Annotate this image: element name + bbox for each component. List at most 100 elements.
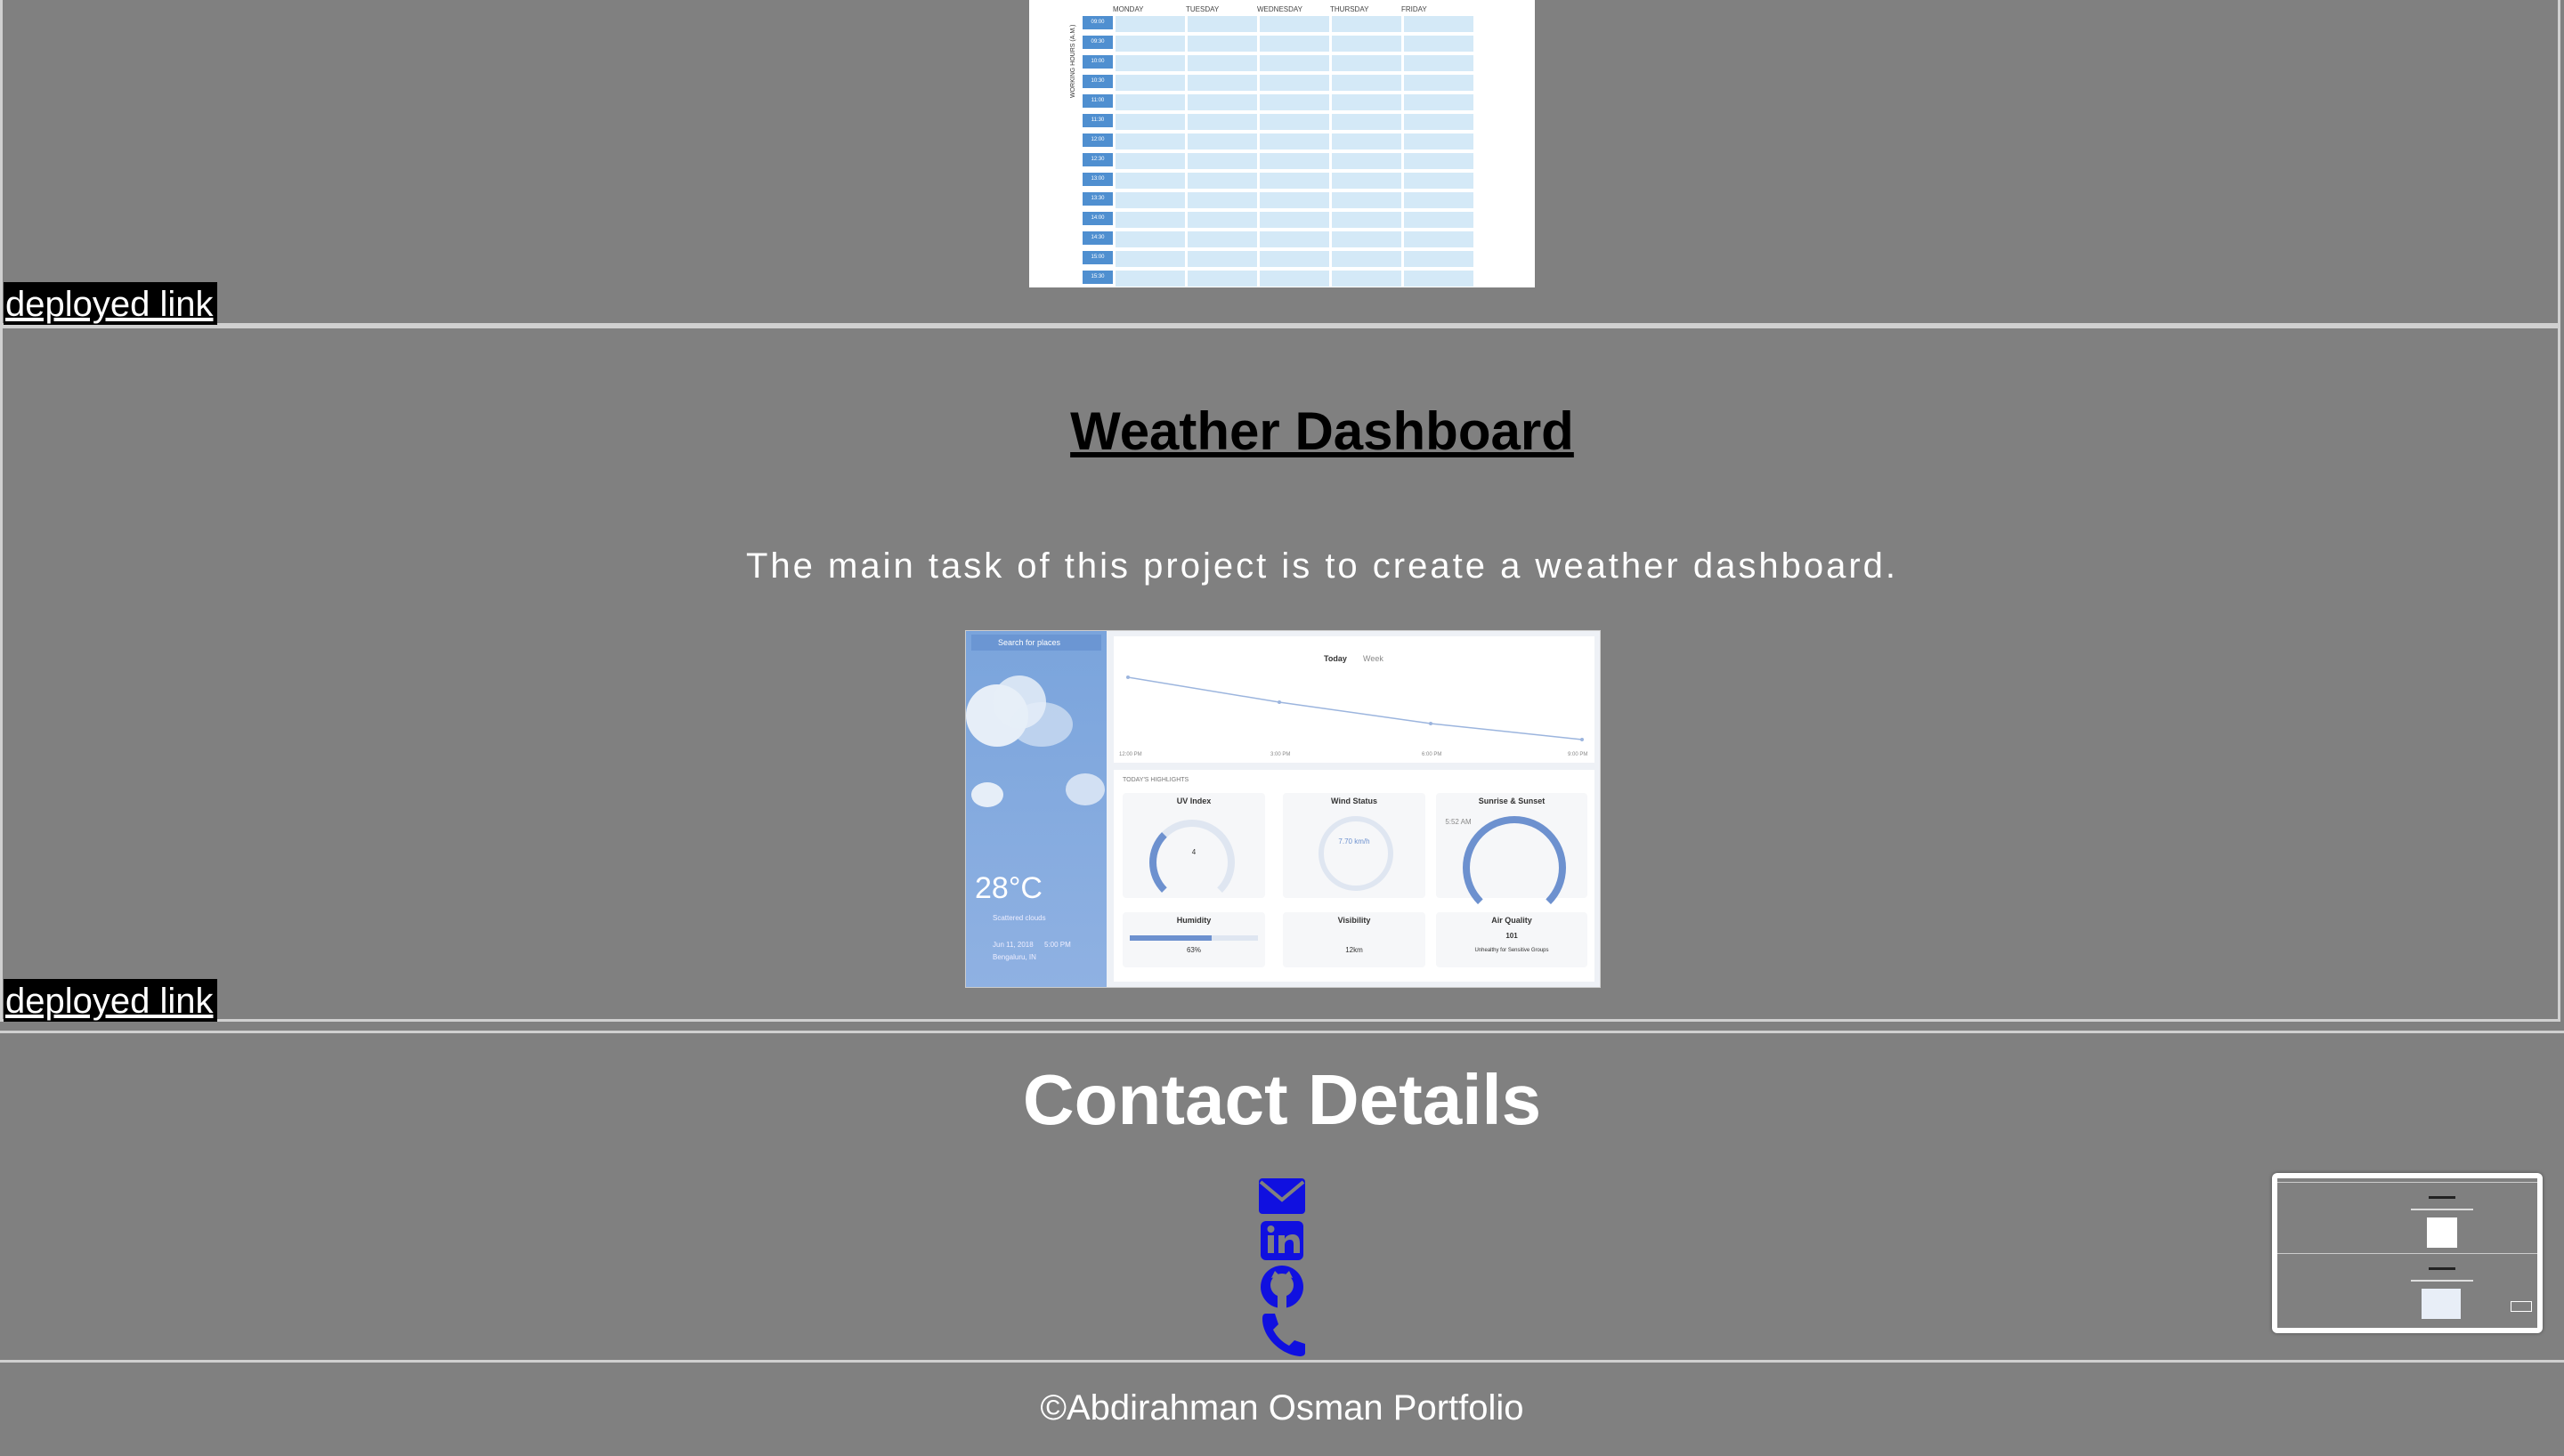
schedule-cell (1260, 16, 1329, 32)
schedule-cell (1332, 94, 1401, 110)
temperature: 28°C (975, 871, 1043, 905)
schedule-cell (1404, 94, 1473, 110)
deployed-link-weather[interactable]: deployed link (4, 979, 217, 1022)
hours-label: WORKING HOURS (A.M.) (1070, 24, 1076, 98)
schedule-cell (1116, 94, 1185, 110)
phone-icon[interactable] (1257, 1310, 1307, 1356)
time-label: 14:30 (1083, 231, 1113, 245)
day-header: TUESDAY (1186, 5, 1220, 13)
page-preview-thumbnail[interactable] (2272, 1173, 2543, 1333)
schedule-cell (1404, 36, 1473, 52)
schedule-cell (1188, 94, 1257, 110)
schedule-cell (1116, 133, 1185, 150)
time-label: 15:00 (1083, 251, 1113, 264)
time-label: 12:00 (1083, 133, 1113, 147)
schedule-cell (1332, 133, 1401, 150)
schedule-row: 10:00 (1083, 55, 1476, 71)
schedule-cell (1260, 212, 1329, 228)
schedule-cell (1116, 16, 1185, 32)
temperature-chart: Today Week 12:00 PM 3:00 PM 6:00 PM 9:00… (1114, 636, 1594, 763)
schedule-cell (1404, 153, 1473, 169)
schedule-cell (1260, 75, 1329, 91)
schedule-cell (1188, 271, 1257, 287)
schedule-row: 13:00 (1083, 173, 1476, 189)
schedule-cell (1404, 114, 1473, 130)
schedule-cell (1404, 55, 1473, 71)
weather-sidebar: Search for places 28°C Scattered clouds … (966, 631, 1107, 987)
schedule-cell (1332, 153, 1401, 169)
schedule-cell (1260, 94, 1329, 110)
card-air-quality: Air Quality 101 Unhealthy for Sensitive … (1436, 912, 1587, 967)
schedule-cell (1260, 36, 1329, 52)
time-label: 12:30 (1083, 153, 1113, 166)
schedule-cell (1332, 55, 1401, 71)
schedule-row: 14:00 (1083, 212, 1476, 228)
time-label: 11:30 (1083, 114, 1113, 127)
schedule-cell (1188, 114, 1257, 130)
schedule-row: 15:00 (1083, 251, 1476, 267)
weather-dashboard-screenshot: Search for places 28°C Scattered clouds … (965, 630, 1601, 988)
schedule-cell (1188, 133, 1257, 150)
search-bar: Search for places (971, 635, 1101, 651)
highlights-label: TODAY'S HIGHLIGHTS (1123, 777, 1189, 783)
schedule-cell (1260, 114, 1329, 130)
linkedin-icon[interactable] (1257, 1219, 1307, 1262)
time-label: 14:00 (1083, 212, 1113, 225)
schedule-cell (1260, 271, 1329, 287)
time-label: 13:00 (1083, 173, 1113, 186)
card-title: Sunrise & Sunset (1478, 797, 1546, 805)
schedule-cell (1116, 192, 1185, 208)
preview-content (2277, 1178, 2537, 1328)
card-value: 5:52 AM (1445, 818, 1472, 826)
schedule-cell (1332, 173, 1401, 189)
schedule-row: 09:30 (1083, 36, 1476, 52)
schedule-cell (1260, 231, 1329, 247)
envelope-icon[interactable] (1257, 1175, 1307, 1217)
card-visibility: Visibility 12km (1283, 912, 1425, 967)
card-sunrise-sunset: Sunrise & Sunset 5:52 AM (1436, 793, 1587, 919)
day-header: FRIDAY (1401, 5, 1427, 13)
github-icon[interactable] (1257, 1264, 1307, 1308)
card-note: Unhealthy for Sensitive Groups (1474, 948, 1549, 953)
schedule-row: 09:00 (1083, 16, 1476, 32)
chart-time-label: 3:00 PM (1270, 752, 1291, 757)
time-label: 10:30 (1083, 75, 1113, 88)
schedule-cell (1332, 271, 1401, 287)
card-humidity: Humidity 63% (1123, 912, 1265, 967)
schedule-cell (1260, 173, 1329, 189)
card-title: Air Quality (1491, 916, 1532, 925)
schedule-cell (1188, 153, 1257, 169)
schedule-cell (1404, 16, 1473, 32)
time-label: 09:30 (1083, 36, 1113, 49)
schedule-cell (1404, 192, 1473, 208)
card-value: 101 (1505, 932, 1518, 940)
schedule-row: 11:00 (1083, 94, 1476, 110)
card-title: Humidity (1176, 916, 1212, 925)
schedule-cell (1332, 251, 1401, 267)
time-label: 10:00 (1083, 55, 1113, 69)
schedule-cell (1188, 36, 1257, 52)
schedule-cell (1404, 173, 1473, 189)
time: 5:00 PM (1044, 941, 1071, 949)
condition: Scattered clouds (993, 914, 1046, 922)
schedule-cell (1404, 251, 1473, 267)
schedule-cell (1260, 133, 1329, 150)
schedule-row: 11:30 (1083, 114, 1476, 130)
time-label: 13:30 (1083, 192, 1113, 206)
deployed-link-scheduler[interactable]: deployed link (4, 282, 217, 325)
card-value: 4 (1191, 848, 1197, 856)
location: Bengaluru, IN (993, 953, 1036, 961)
day-header: MONDAY (1113, 5, 1144, 13)
schedule-cell (1404, 231, 1473, 247)
day-header: THURSDAY (1330, 5, 1369, 13)
card-title: UV Index (1176, 797, 1212, 805)
highlights-panel: TODAY'S HIGHLIGHTS UV Index 4 Wind Statu… (1114, 770, 1594, 982)
section-divider (0, 1031, 2564, 1033)
card-title: Visibility (1337, 916, 1371, 925)
footer-text: ©Abdirahman Osman Portfolio (1040, 1388, 1524, 1428)
day-header: WEDNESDAY (1257, 5, 1302, 13)
schedule-cell (1116, 114, 1185, 130)
schedule-cell (1188, 75, 1257, 91)
schedule-cell (1116, 251, 1185, 267)
scheduler-grid: 09:00 09:30 10:00 10:30 11:00 11:30 12:00 12:30… (1083, 16, 1476, 290)
